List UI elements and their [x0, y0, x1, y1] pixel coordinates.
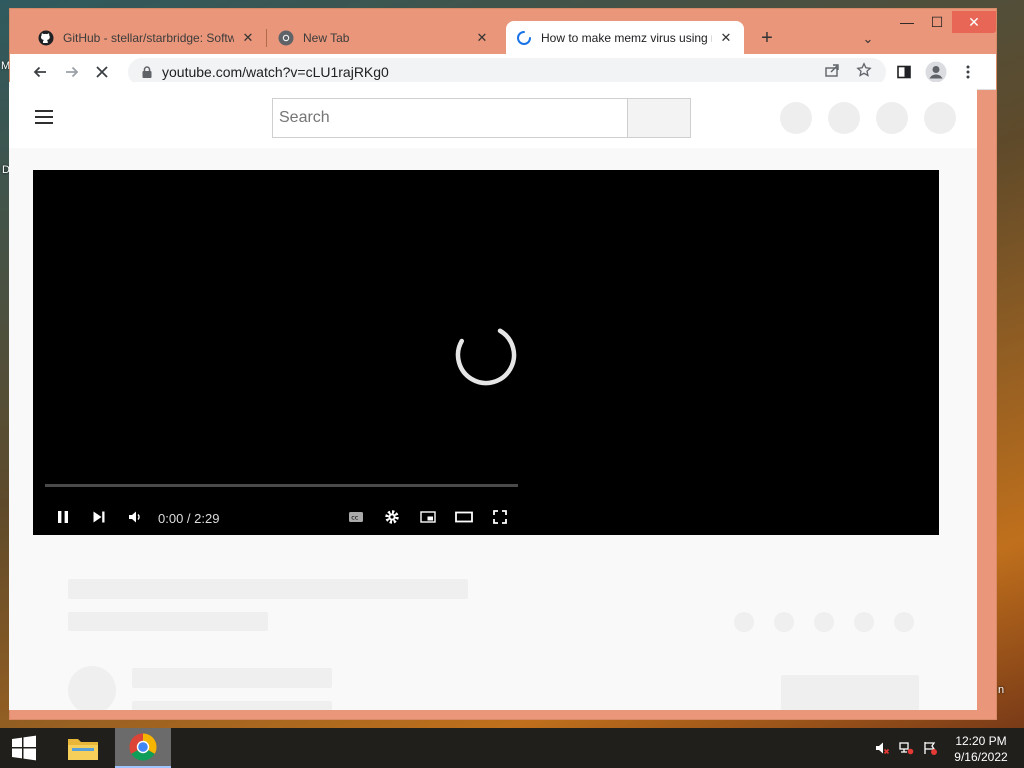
captions-icon: cc — [349, 512, 363, 522]
video-player[interactable]: 0:00 / 2:29 cc — [33, 170, 939, 535]
tab-youtube-video[interactable]: How to make memz virus using n ✕ — [506, 21, 744, 54]
action-center-icon[interactable] — [922, 740, 938, 756]
video-loading-spinner-icon — [455, 328, 517, 386]
taskbar-file-explorer[interactable] — [56, 728, 110, 768]
pause-icon — [58, 511, 68, 523]
skip-next-icon — [93, 511, 105, 523]
back-button[interactable] — [28, 60, 52, 84]
volume-icon — [129, 511, 140, 523]
volume-button[interactable] — [125, 505, 145, 529]
taskbar: 12:20 PM 9/16/2022 — [0, 728, 1024, 768]
svg-text:cc: cc — [351, 514, 359, 522]
channel-meta-placeholder — [132, 701, 332, 710]
arrow-left-icon — [33, 66, 46, 78]
arrow-right-icon — [66, 66, 79, 78]
chrome-icon — [129, 733, 157, 761]
profile-avatar-icon[interactable] — [924, 60, 948, 84]
action-placeholder — [854, 612, 874, 632]
fullscreen-icon — [493, 510, 507, 524]
close-icon — [96, 66, 108, 78]
bookmark-star-icon[interactable] — [854, 60, 874, 80]
system-clock[interactable]: 12:20 PM 9/16/2022 — [946, 733, 1016, 765]
search-input[interactable]: Search — [272, 98, 628, 138]
start-button[interactable] — [0, 728, 48, 768]
taskbar-chrome[interactable] — [115, 728, 171, 768]
action-placeholder — [774, 612, 794, 632]
tab-new-tab[interactable]: New Tab ✕ — [268, 21, 500, 54]
theater-mode-button[interactable] — [454, 505, 474, 529]
miniplayer-icon — [420, 511, 436, 523]
search-placeholder: Search — [279, 109, 330, 126]
forward-button[interactable] — [60, 60, 84, 84]
header-icon-placeholder[interactable] — [828, 102, 860, 134]
miniplayer-button[interactable] — [418, 505, 438, 529]
subscribe-placeholder — [781, 675, 919, 710]
action-placeholder — [894, 612, 914, 632]
tab-divider — [266, 29, 267, 47]
tab-search-button[interactable]: ⌄ — [858, 29, 878, 49]
windows-logo-icon — [12, 735, 36, 761]
theater-mode-icon — [455, 511, 473, 523]
search-button[interactable] — [627, 98, 691, 138]
tab-close-icon[interactable]: ✕ — [718, 30, 734, 46]
menu-kebab-icon[interactable] — [956, 60, 980, 84]
hamburger-menu-icon[interactable] — [35, 110, 53, 124]
youtube-page: Search 0:00 / 2:29 cc — [9, 82, 977, 710]
address-text: youtube.com/watch?v=cLU1rajRKg0 — [162, 64, 389, 80]
close-window-button[interactable]: ✕ — [952, 11, 996, 33]
lock-icon — [142, 66, 152, 78]
desktop-edge-label: n — [998, 684, 1005, 696]
share-icon[interactable] — [822, 60, 842, 80]
tab-title: GitHub - stellar/starbridge: Softw — [63, 30, 234, 45]
pause-button[interactable] — [53, 505, 73, 529]
side-panel-icon[interactable] — [892, 60, 916, 84]
minimize-button[interactable]: — — [892, 11, 922, 33]
loading-spinner-icon — [516, 30, 532, 46]
new-tab-button[interactable]: + — [756, 27, 778, 49]
tab-title: How to make memz virus using n — [541, 30, 712, 45]
github-icon — [38, 30, 54, 46]
youtube-header: Search — [9, 82, 977, 148]
header-icon-placeholder[interactable] — [780, 102, 812, 134]
tab-strip: GitHub - stellar/starbridge: Softw ✕ New… — [10, 9, 996, 54]
stop-loading-button[interactable] — [90, 60, 114, 84]
settings-button[interactable] — [382, 505, 402, 529]
tab-title: New Tab — [303, 30, 350, 45]
chrome-icon — [278, 30, 294, 46]
title-placeholder — [68, 579, 468, 599]
channel-avatar-placeholder — [68, 666, 116, 710]
captions-button[interactable]: cc — [346, 505, 366, 529]
header-icon-placeholder[interactable] — [876, 102, 908, 134]
header-icon-placeholder[interactable] — [924, 102, 956, 134]
tab-github[interactable]: GitHub - stellar/starbridge: Softw ✕ — [28, 21, 266, 54]
next-button[interactable] — [89, 505, 109, 529]
volume-muted-icon[interactable] — [874, 740, 890, 756]
tab-close-icon[interactable]: ✕ — [474, 30, 490, 46]
video-time: 0:00 / 2:29 — [158, 511, 220, 526]
folder-icon — [68, 739, 98, 760]
channel-name-placeholder — [132, 668, 332, 688]
action-placeholder — [814, 612, 834, 632]
clock-time: 12:20 PM — [955, 734, 1007, 748]
clock-date: 9/16/2022 — [954, 750, 1008, 764]
subtitle-placeholder — [68, 612, 268, 631]
tab-close-icon[interactable]: ✕ — [240, 30, 256, 46]
progress-bar[interactable] — [45, 484, 518, 487]
action-placeholder — [734, 612, 754, 632]
fullscreen-button[interactable] — [490, 505, 510, 529]
gear-icon — [385, 510, 399, 524]
maximize-button[interactable]: ☐ — [922, 11, 952, 33]
network-icon[interactable] — [898, 740, 914, 756]
